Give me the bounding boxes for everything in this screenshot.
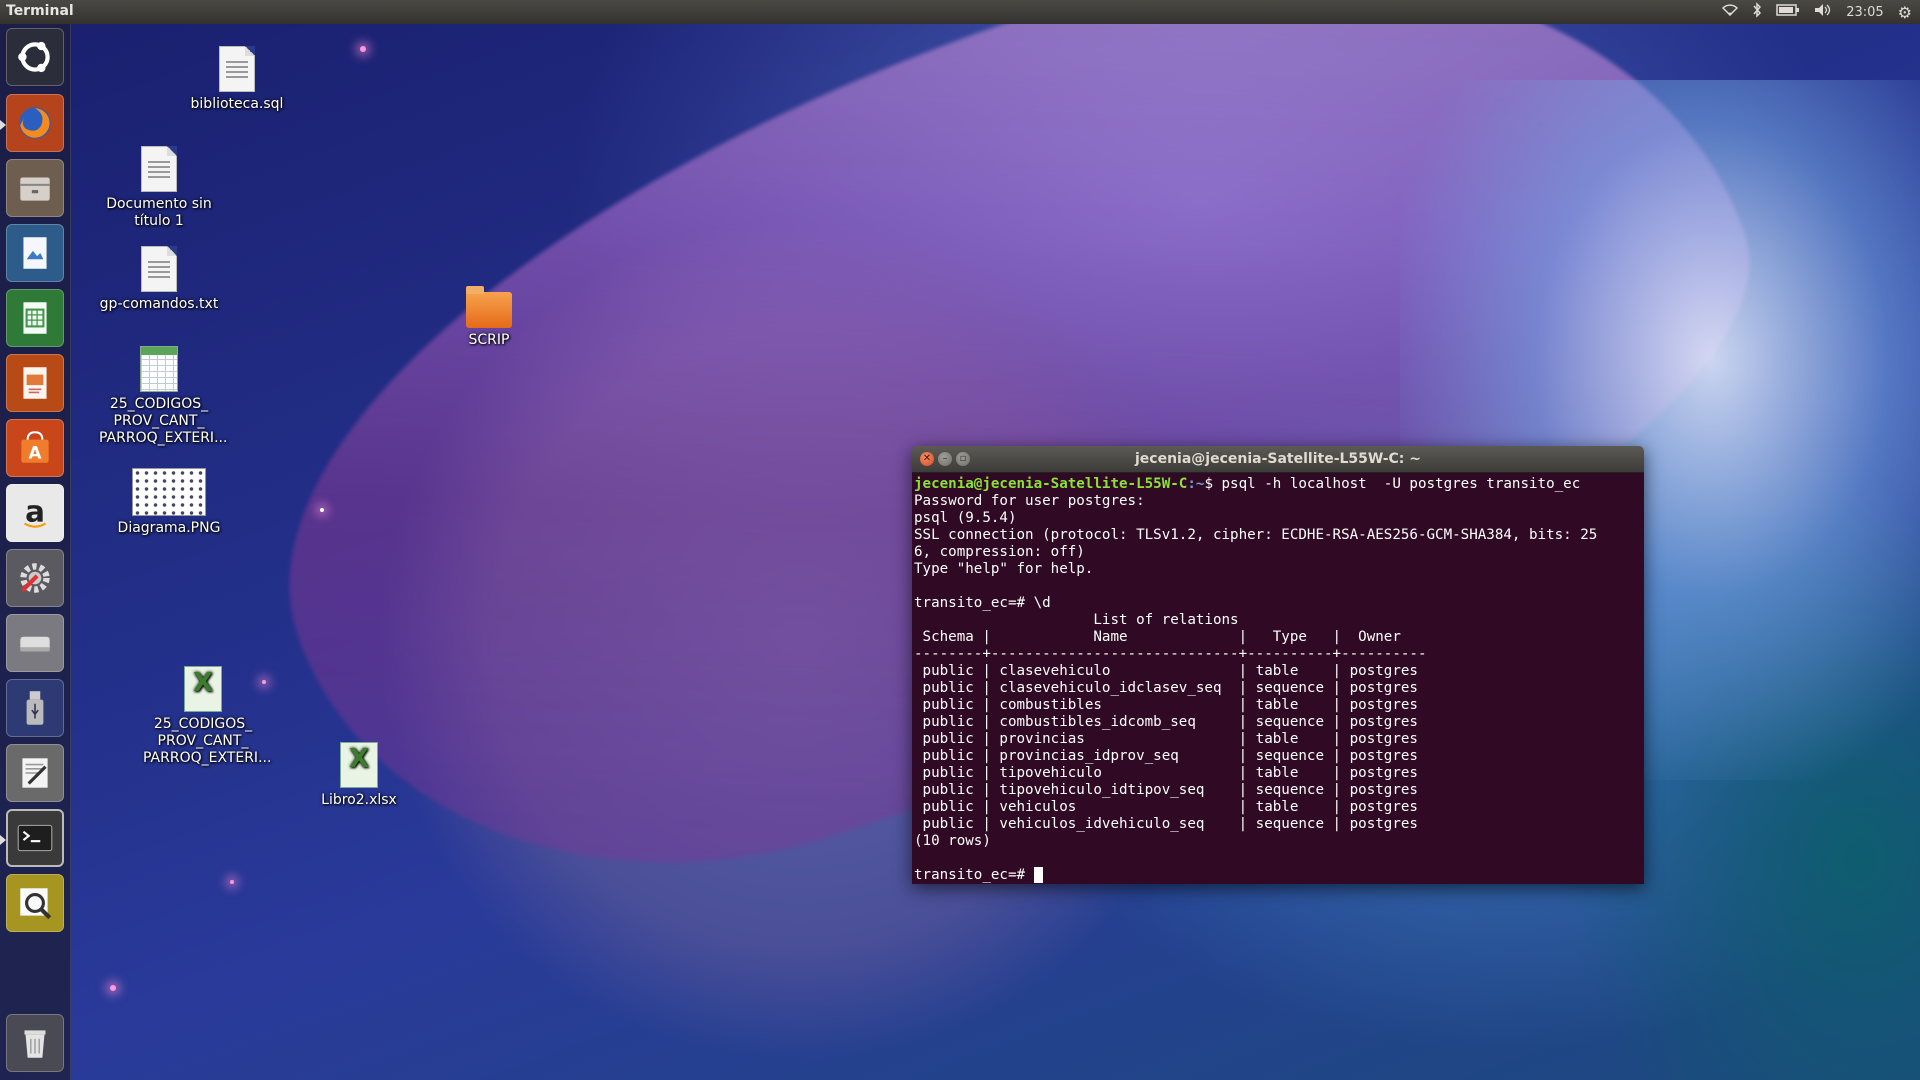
wallpaper-star [320,508,324,512]
volume-icon[interactable] [1814,3,1832,21]
terminal-line: public | provincias_idprov_seq | sequenc… [914,748,1418,764]
terminal-line: public | clasevehiculo | table | postgre… [914,663,1418,679]
desktop-icon-file[interactable]: Documento sin título 1 [94,146,224,230]
terminal-line: public | provincias | table | postgres [914,731,1418,747]
terminal-line: public | combustibles_idcomb_seq | seque… [914,714,1418,730]
disk-drive-icon[interactable] [6,614,64,672]
excel-file-icon: X [184,666,222,712]
clock[interactable]: 23:05 [1846,5,1883,20]
text-cursor [1033,867,1043,883]
desktop-icon-file[interactable]: 25_CODIGOS_ PROV_CANT_ PARROQ_EXTERI... [94,346,228,447]
launcher: A a [0,24,71,1080]
document-icon [141,246,177,292]
desktop-icon-label: Documento sin título 1 [106,196,212,229]
terminal-line: Type "help" for help. [914,561,1094,577]
prompt-path: :~ [1187,476,1205,492]
bluetooth-icon[interactable] [1752,2,1762,22]
typed-command: $ psql -h localhost -U postgres transito… [1204,476,1581,492]
system-settings-icon[interactable] [6,549,64,607]
terminal-title: jecenia@jecenia-Satellite-L55W-C: ~ [1134,451,1422,467]
terminal-line: --------+-----------------------------+-… [914,646,1427,662]
terminal-output[interactable]: jecenia@jecenia-Satellite-L55W-C:~$ psql… [912,473,1644,884]
text-editor-icon[interactable] [6,744,64,802]
desktop-icon-label: gp-comandos.txt [99,296,219,312]
terminal-line: public | combustibles | table | postgres [914,697,1418,713]
spreadsheet-icon [140,346,178,392]
settings-gear-icon[interactable]: ⚙ [1898,3,1912,22]
desktop-icon-file[interactable]: gp-comandos.txt [94,246,224,313]
desktop-icon-file[interactable]: biblioteca.sql [172,46,302,113]
document-icon [141,146,177,192]
active-app-title: Terminal [6,3,74,19]
terminal-line: public | vehiculos | table | postgres [914,799,1418,815]
terminal-output-lines: Password for user postgres: psql (9.5.4) S… [914,493,1642,867]
desktop-icon-file[interactable]: X Libro2.xlsx [294,742,424,809]
firefox-icon[interactable] [6,94,64,152]
desktop-icon-label: Diagrama.PNG [117,520,221,536]
desktop-icon-folder[interactable]: SCRIP [424,286,554,349]
desktop-icon-label: biblioteca.sql [190,96,284,112]
final-prompt: transito_ec=# [914,867,1034,883]
libreoffice-draw-icon[interactable] [6,224,64,282]
document-icon [219,46,255,92]
svg-text:a: a [25,494,45,528]
trash-icon[interactable] [6,1014,64,1072]
terminal-line: public | clasevehiculo_idclasev_seq | se… [914,680,1418,696]
desktop-icon-file[interactable]: Diagrama.PNG [104,468,234,537]
terminal-line: 6, compression: off) [914,544,1085,560]
terminal-line: Password for user postgres: [914,493,1145,509]
excel-file-icon: X [340,742,378,788]
wifi-icon[interactable] [1722,3,1739,21]
desktop-icon-label: SCRIP [468,332,510,348]
desktop-icon-file[interactable]: X 25_CODIGOS_ PROV_CANT_ PARROQ_EXTERI..… [138,666,272,767]
terminal-window[interactable]: ✕ – ▫ jecenia@jecenia-Satellite-L55W-C: … [912,446,1644,884]
image-viewer-icon[interactable] [6,874,64,932]
files-icon[interactable] [6,159,64,217]
terminal-line: public | tipovehiculo | table | postgres [914,765,1418,781]
desktop-icon-label: 25_CODIGOS_ PROV_CANT_ PARROQ_EXTERI... [143,716,272,766]
terminal-line: Schema | Name | Type | Owner [914,629,1427,645]
prompt-user: jecenia@jecenia-Satellite-L55W-C [914,476,1188,492]
terminal-titlebar[interactable]: ✕ – ▫ jecenia@jecenia-Satellite-L55W-C: … [912,446,1644,473]
terminal-line: psql (9.5.4) [914,510,1017,526]
libreoffice-calc-icon[interactable] [6,289,64,347]
ubuntu-dash-icon[interactable] [6,28,64,86]
svg-text:A: A [29,443,42,463]
wallpaper-star [360,46,366,52]
libreoffice-impress-icon[interactable] [6,354,64,412]
image-file-icon [132,468,206,516]
desktop-icon-label: Libro2.xlsx [321,792,397,808]
folder-icon [466,286,512,328]
wallpaper-star [110,985,116,991]
usb-drive-icon[interactable] [6,679,64,737]
top-panel: Terminal 23:05 ⚙ [0,0,1920,24]
terminal-line: public | tipovehiculo_idtipov_seq | sequ… [914,782,1418,798]
terminal-line: public | vehiculos_idvehiculo_seq | sequ… [914,816,1418,832]
battery-icon[interactable] [1776,3,1800,21]
indicator-area: 23:05 ⚙ [1722,2,1912,22]
desktop-icon-label: 25_CODIGOS_ PROV_CANT_ PARROQ_EXTERI... [99,396,228,446]
wallpaper-star [230,880,234,884]
software-center-icon[interactable]: A [6,419,64,477]
terminal-line: List of relations [914,612,1239,628]
amazon-icon[interactable]: a [6,484,64,542]
terminal-icon[interactable] [6,809,64,867]
terminal-line: transito_ec=# \d [914,595,1051,611]
terminal-line: SSL connection (protocol: TLSv1.2, ciphe… [914,527,1598,543]
terminal-line: (10 rows) [914,833,991,849]
